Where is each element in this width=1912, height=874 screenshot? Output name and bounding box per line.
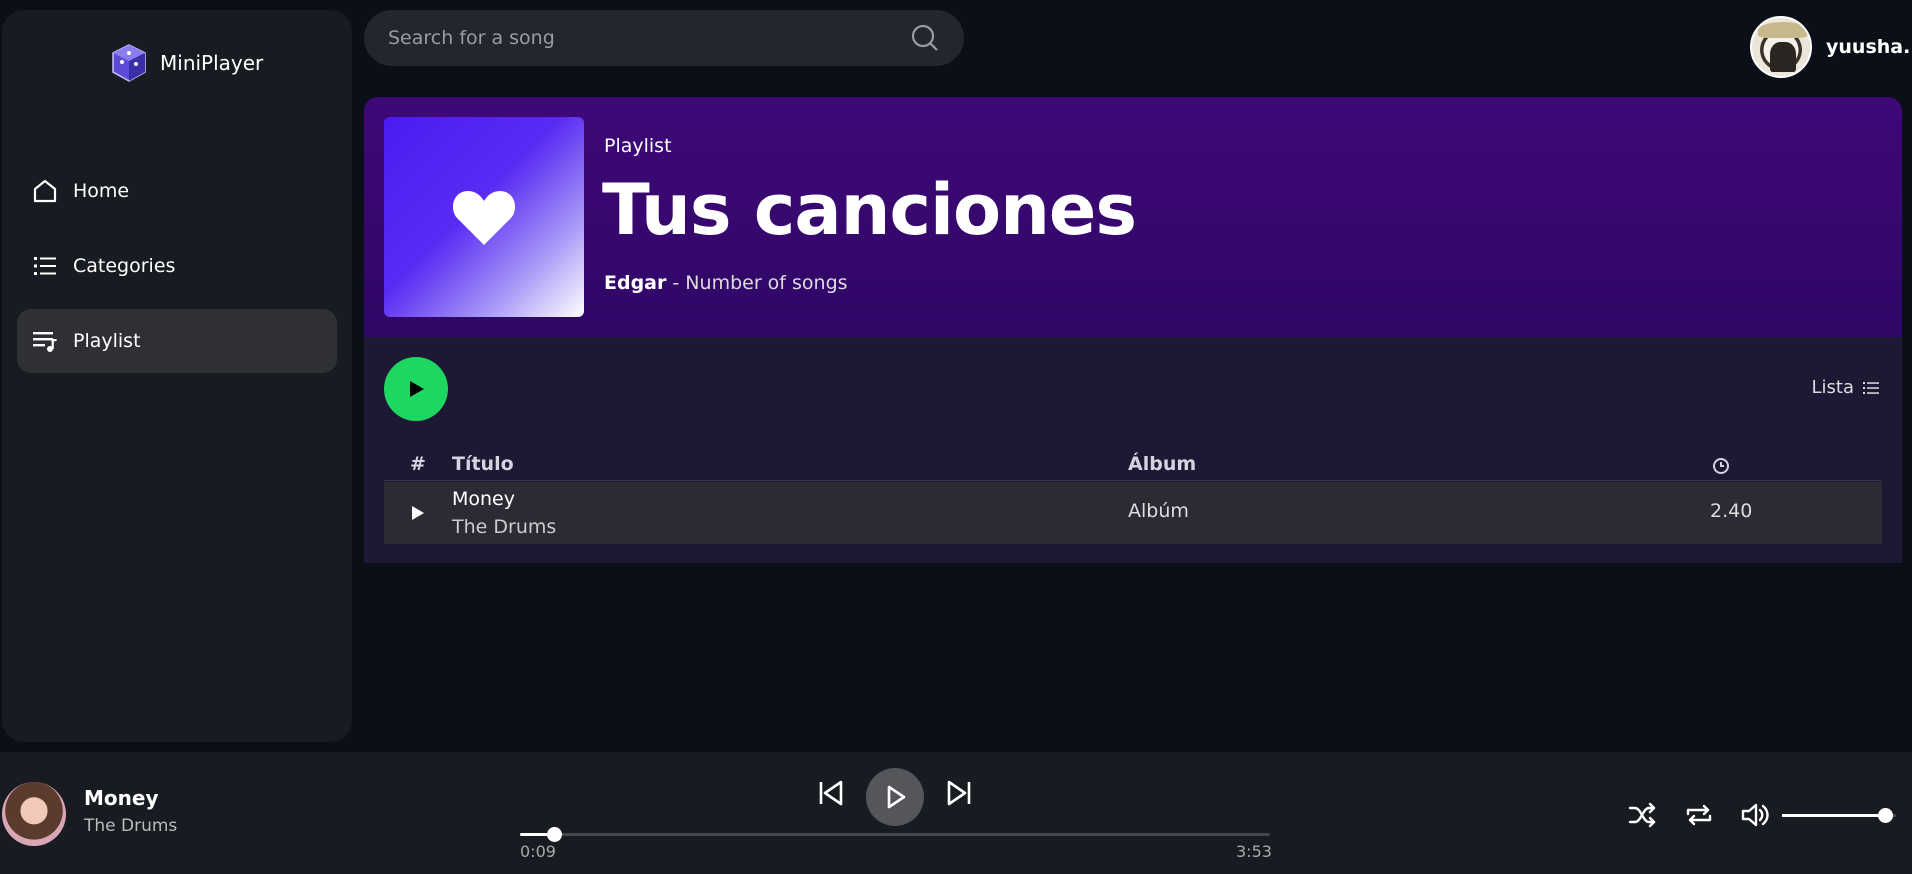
volume-handle[interactable] — [1877, 808, 1893, 823]
track-duration: 2.40 — [1710, 500, 1753, 522]
skip-previous-icon — [819, 780, 843, 806]
next-button[interactable] — [944, 778, 974, 808]
progress-slider[interactable] — [520, 827, 1270, 842]
previous-button[interactable] — [816, 778, 846, 808]
sidebar-item-playlist[interactable]: Playlist — [17, 309, 337, 373]
playlist-meta: Edgar - Number of songs — [604, 272, 848, 294]
repeat-button[interactable] — [1684, 800, 1714, 830]
app-name: MiniPlayer — [160, 51, 264, 75]
clock-icon — [1713, 458, 1729, 474]
volume-icon — [1741, 803, 1769, 827]
current-time: 0:09 — [520, 842, 556, 861]
now-playing-artwork — [2, 782, 66, 846]
home-icon — [33, 179, 57, 203]
search-input[interactable] — [388, 27, 910, 49]
page-title: Tus canciones — [602, 169, 1137, 251]
column-duration[interactable] — [1712, 457, 1730, 480]
playlist-type: Playlist — [604, 135, 672, 157]
user-menu[interactable]: yuusha... — [1750, 16, 1912, 78]
avatar[interactable] — [1750, 16, 1812, 78]
sidebar-item-label: Categories — [73, 255, 176, 277]
column-album[interactable]: Álbum — [1128, 453, 1196, 475]
table-header: # Título Álbum — [384, 449, 1882, 481]
view-mode-toggle[interactable]: Lista — [1812, 377, 1881, 398]
sidebar-item-label: Home — [73, 180, 130, 202]
tracks-panel: Lista # Título Álbum Money The Drums Alb… — [364, 337, 1902, 563]
list-icon — [34, 257, 56, 275]
total-time: 3:53 — [1236, 842, 1272, 861]
sidebar: MiniPlayer Home Categories Playlist — [2, 10, 352, 742]
now-playing-title: Money — [84, 786, 159, 810]
volume-slider[interactable] — [1782, 808, 1896, 823]
heart-icon — [452, 191, 516, 245]
volume-fill — [1782, 814, 1885, 817]
track-artist[interactable]: The Drums — [452, 516, 556, 538]
search-icon[interactable] — [910, 23, 940, 53]
repeat-icon — [1686, 804, 1712, 826]
progress-handle[interactable] — [546, 827, 562, 842]
playlist-cover — [384, 117, 584, 317]
app-logo[interactable]: MiniPlayer — [108, 42, 263, 84]
logo-cube-icon — [112, 44, 146, 82]
volume-button[interactable] — [1740, 800, 1770, 830]
sidebar-item-categories[interactable]: Categories — [17, 234, 337, 298]
playlist-song-count: - Number of songs — [666, 272, 848, 294]
view-mode-label: Lista — [1811, 377, 1855, 398]
skip-next-icon — [947, 780, 971, 806]
playlist-owner[interactable]: Edgar — [604, 272, 666, 294]
username: yuusha... — [1826, 36, 1912, 58]
play-pause-button[interactable] — [866, 768, 924, 826]
playlist-header: Playlist Tus canciones Edgar - Number of… — [364, 97, 1902, 337]
table-row[interactable]: Money The Drums Albúm 2.40 — [384, 482, 1882, 544]
shuffle-button[interactable] — [1627, 800, 1657, 830]
player-bar: Money The Drums 0:09 3:53 — [0, 752, 1912, 874]
sidebar-item-label: Playlist — [73, 330, 141, 352]
search-bar — [364, 10, 964, 66]
column-index: # — [410, 453, 426, 475]
play-icon — [410, 381, 424, 397]
sidebar-item-home[interactable]: Home — [17, 159, 337, 223]
list-icon — [1863, 381, 1879, 394]
play-playlist-button[interactable] — [384, 357, 448, 421]
play-icon[interactable] — [410, 504, 426, 522]
track-album[interactable]: Albúm — [1128, 500, 1189, 522]
play-icon — [887, 785, 906, 809]
shuffle-icon — [1628, 802, 1656, 828]
now-playing-artist[interactable]: The Drums — [84, 816, 177, 836]
track-title: Money — [452, 488, 515, 510]
column-title[interactable]: Título — [452, 453, 514, 475]
playlist-icon — [33, 332, 57, 352]
